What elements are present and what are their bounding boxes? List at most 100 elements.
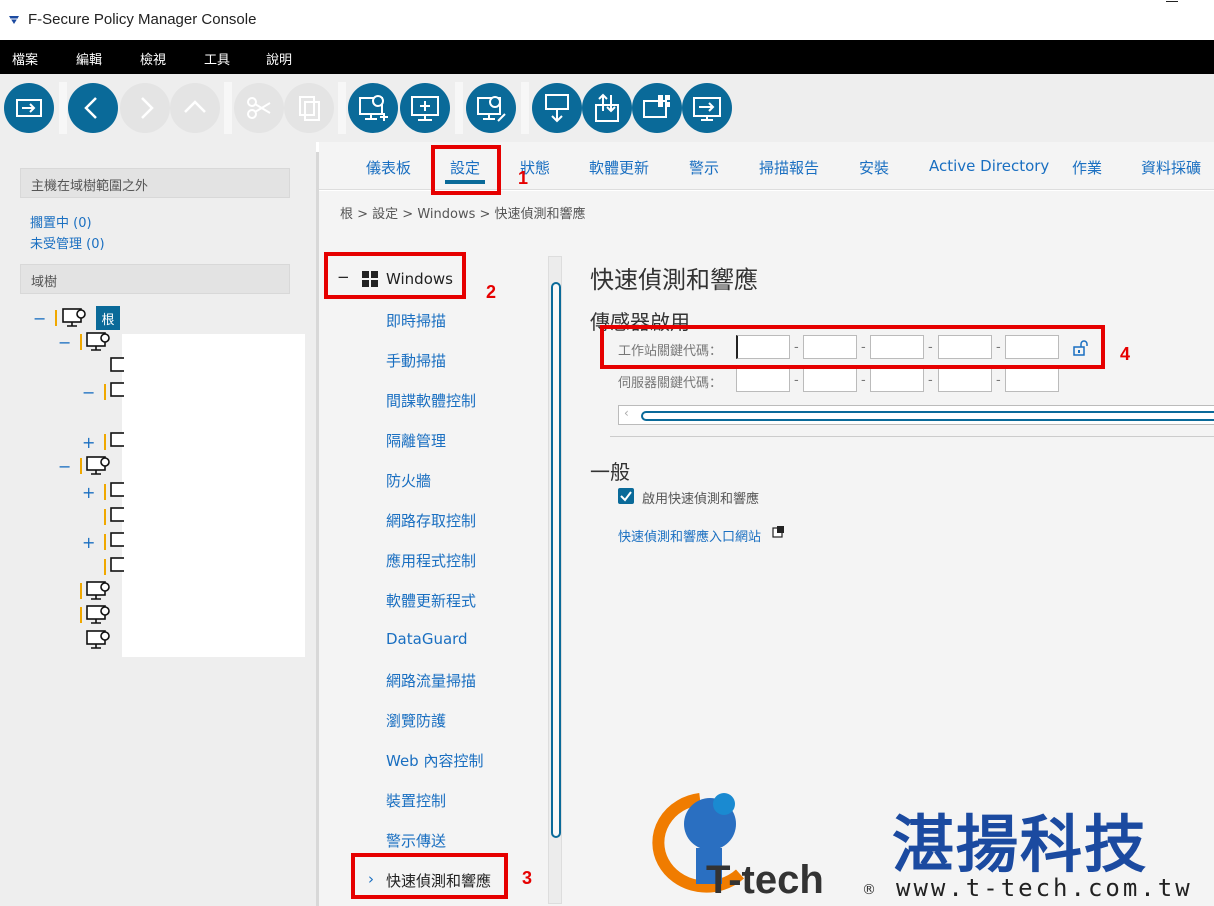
server-key-field-4[interactable] [938, 368, 992, 392]
key-separator: - [996, 373, 1001, 388]
domain-computer-icon[interactable] [110, 531, 124, 553]
nav-dataguard[interactable]: DataGuard [386, 630, 468, 648]
menu-help[interactable]: 說明 [266, 49, 292, 68]
server-key-field-3[interactable] [870, 368, 924, 392]
edr-portal-link[interactable]: 快速偵測和響應入口網站 [618, 526, 761, 545]
annotation-number-3: 3 [522, 868, 533, 888]
server-key-field-5[interactable] [1005, 368, 1059, 392]
install-button[interactable] [582, 83, 632, 133]
domain-computer-icon[interactable] [110, 556, 124, 578]
nav-realtime-scan[interactable]: 即時掃描 [386, 310, 446, 331]
minimize-button[interactable] [1166, 0, 1178, 2]
toolbar-separator [455, 82, 463, 134]
install-icon [595, 93, 619, 122]
nav-device-control[interactable]: 裝置控制 [386, 790, 446, 811]
unmanaged-hosts-link[interactable]: 未受管理 (0) [30, 233, 105, 252]
tree-expand-toggle[interactable]: + [82, 433, 95, 452]
tree-status-bar [104, 509, 106, 525]
enable-edr-checkbox[interactable] [618, 488, 634, 504]
nav-software-updater[interactable]: 軟體更新程式 [386, 590, 476, 611]
breadcrumb: 根 > 設定 > Windows > 快速偵測和響應 [340, 207, 586, 222]
horizontal-scrollbar[interactable]: ‹ [618, 405, 1214, 425]
domain-computer-icon[interactable] [110, 481, 124, 503]
new-domain-button[interactable] [400, 83, 450, 133]
back-button[interactable] [68, 83, 118, 133]
tree-expand-toggle[interactable]: + [82, 483, 95, 502]
tree-collapse-toggle[interactable]: − [58, 457, 71, 476]
external-link-icon[interactable] [772, 525, 785, 538]
tree-root-node[interactable]: 根 [96, 306, 120, 330]
forward-button[interactable] [120, 83, 170, 133]
tab-software-updates[interactable]: 軟體更新 [589, 157, 649, 178]
tab-active-directory[interactable]: Active Directory [929, 157, 1049, 175]
scroll-left-icon[interactable]: ‹ [624, 406, 629, 420]
tree-status-bar [80, 583, 82, 599]
nav-network-traffic-scan[interactable]: 網路流量掃描 [386, 670, 476, 691]
cut-button[interactable] [234, 83, 284, 133]
menu-tools[interactable]: 工具 [204, 49, 230, 68]
forward-arrow-icon [141, 97, 154, 119]
tree-collapse-toggle[interactable]: − [58, 333, 71, 352]
copy-button[interactable] [284, 83, 334, 133]
nav-network-access-control[interactable]: 網路存取控制 [386, 510, 476, 531]
tab-scan-reports[interactable]: 掃描報告 [759, 157, 819, 178]
up-button[interactable] [170, 83, 220, 133]
key-separator: - [794, 373, 799, 388]
unmanaged-label[interactable]: 未受管理 [30, 237, 82, 252]
add-host-button[interactable] [348, 83, 398, 133]
horizontal-scrollbar-thumb[interactable] [641, 411, 1214, 421]
pending-label[interactable]: 擱置中 [30, 216, 69, 231]
enable-edr-label[interactable]: 啟用快速偵測和響應 [642, 488, 759, 507]
domain-computer-icon[interactable] [110, 431, 124, 453]
domain-computer-icon[interactable] [86, 331, 112, 353]
tab-installation[interactable]: 安裝 [859, 157, 889, 178]
tab-dashboard[interactable]: 儀表板 [366, 157, 411, 178]
tree-collapse-toggle[interactable]: − [82, 383, 95, 402]
checkmark-icon [620, 491, 632, 502]
key-separator: - [861, 373, 866, 388]
tree-collapse-toggle[interactable]: − [33, 309, 46, 328]
tab-alerts[interactable]: 警示 [689, 157, 719, 178]
toolbar-separator [521, 82, 529, 134]
server-key-field-1[interactable] [736, 368, 790, 392]
domain-computer-icon[interactable] [62, 307, 88, 329]
add-host-icon [359, 95, 388, 121]
domain-computer-icon[interactable] [86, 580, 112, 602]
nav-firewall[interactable]: 防火牆 [386, 470, 431, 491]
nav-scrollbar-thumb[interactable] [551, 282, 561, 838]
tree-expand-toggle[interactable]: + [82, 533, 95, 552]
tab-data-mining[interactable]: 資料採礦 [1141, 157, 1201, 178]
tree-status-bar [104, 384, 106, 400]
import-export-button[interactable] [4, 83, 54, 133]
pending-hosts-link[interactable]: 擱置中 (0) [30, 212, 92, 231]
server-key-field-2[interactable] [803, 368, 857, 392]
nav-manual-scan[interactable]: 手動掃描 [386, 350, 446, 371]
distribute-policy-button[interactable] [532, 83, 582, 133]
nav-quarantine[interactable]: 隔離管理 [386, 430, 446, 451]
menu-edit[interactable]: 編輯 [76, 49, 102, 68]
menu-file[interactable]: 檔案 [12, 49, 38, 68]
domain-computer-icon[interactable] [110, 381, 124, 403]
edit-host-button[interactable] [466, 83, 516, 133]
edit-host-icon [477, 96, 506, 122]
nav-alert-sending[interactable]: 警示傳送 [386, 830, 446, 851]
domain-computer-icon[interactable] [110, 506, 124, 528]
nav-web-content-control[interactable]: Web 內容控制 [386, 750, 483, 771]
nav-spyware-control[interactable]: 間諜軟體控制 [386, 390, 476, 411]
menu-view[interactable]: 檢視 [140, 49, 166, 68]
windows-install-button[interactable] [632, 83, 682, 133]
annotation-box-2 [324, 252, 466, 299]
domain-computer-icon[interactable] [86, 604, 112, 626]
tab-operations[interactable]: 作業 [1072, 157, 1102, 178]
export-host-button[interactable] [682, 83, 732, 133]
host-computer-icon[interactable] [110, 356, 124, 378]
domain-computer-icon[interactable] [86, 455, 112, 477]
domain-tree-hidden-area [122, 334, 305, 657]
nav-application-control[interactable]: 應用程式控制 [386, 550, 476, 571]
watermark-company-name: 湛揚科技 [892, 808, 1149, 881]
nav-browsing-protection[interactable]: 瀏覽防護 [386, 710, 446, 731]
toolbar-separator [224, 82, 232, 134]
tree-status-bar [104, 534, 106, 550]
domain-computer-icon[interactable] [86, 629, 112, 651]
annotation-number-4: 4 [1120, 344, 1131, 364]
